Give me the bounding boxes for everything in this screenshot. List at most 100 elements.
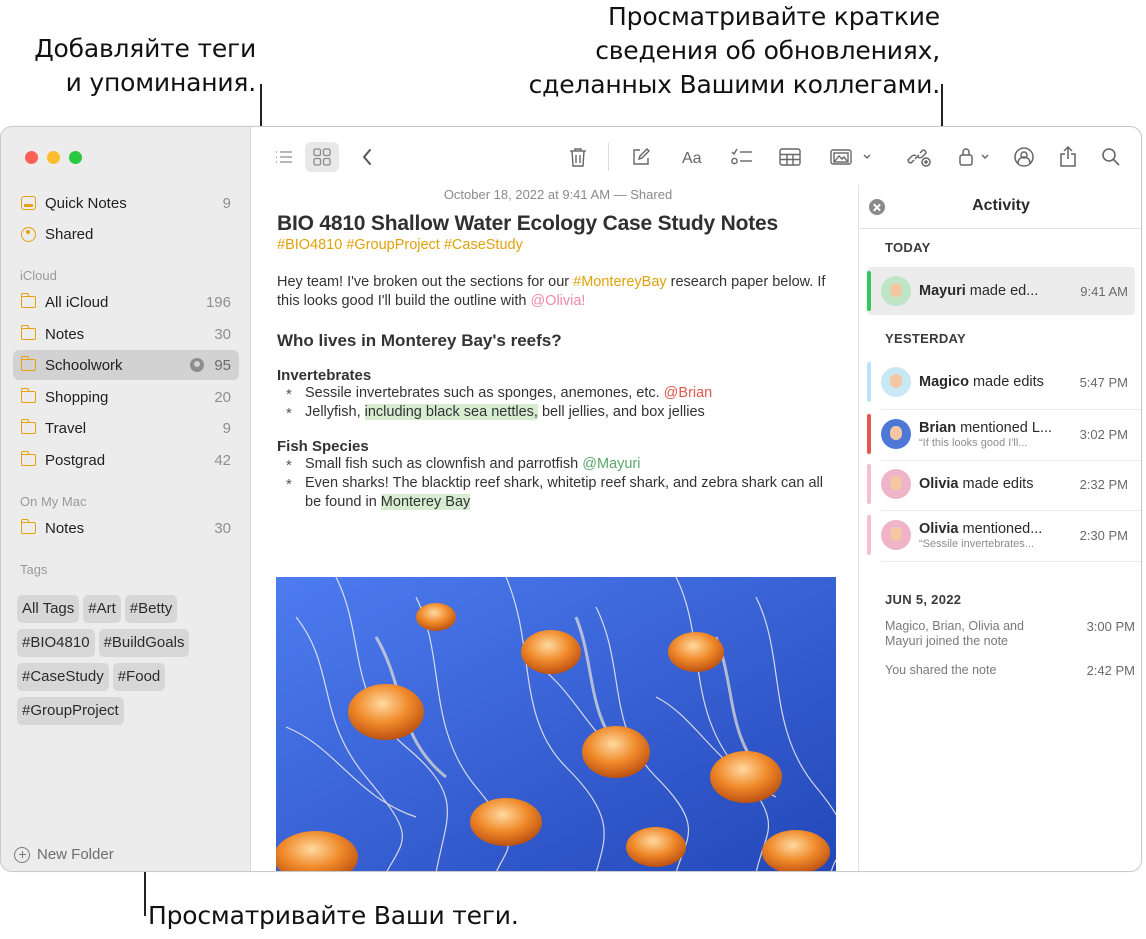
tag-groupproject[interactable]: #GroupProject bbox=[17, 697, 124, 725]
sidebar-item-count: 196 bbox=[205, 293, 231, 311]
close-window-button[interactable] bbox=[25, 151, 38, 164]
folder-icon bbox=[20, 388, 36, 403]
sidebar-item-travel[interactable]: Travel 9 bbox=[13, 413, 239, 443]
sidebar-item-shared[interactable]: Shared bbox=[13, 219, 239, 249]
activity-action: made edits bbox=[958, 476, 1034, 492]
media-button[interactable] bbox=[827, 142, 877, 172]
divider bbox=[859, 228, 1141, 229]
sidebar-item-postgrad[interactable]: Postgrad 42 bbox=[13, 445, 239, 475]
sidebar-item-count: 9 bbox=[222, 419, 231, 437]
activity-row[interactable]: Mayuri made ed... 9:41 AM bbox=[867, 267, 1135, 315]
avatar-olivia bbox=[881, 520, 911, 550]
table-button[interactable] bbox=[773, 142, 807, 172]
fish-list: Small fish such as clownfish and parrotf… bbox=[277, 455, 839, 512]
note-editor[interactable]: October 18, 2022 at 9:41 AM — Shared BIO… bbox=[277, 187, 839, 512]
activity-time: 2:42 PM bbox=[1086, 663, 1135, 678]
tag-buildgoals[interactable]: #BuildGoals bbox=[98, 629, 190, 657]
callout-activity: Просматривайте краткие сведения об обнов… bbox=[528, 2, 941, 99]
list-item-text: Jellyfish, bbox=[305, 404, 365, 420]
list-item-text: Sessile invertebrates such as sponges, a… bbox=[305, 385, 664, 401]
toolbar-divider bbox=[608, 143, 609, 171]
sidebar-item-label: Notes bbox=[45, 519, 85, 537]
activity-text: Olivia made edits bbox=[919, 476, 1074, 492]
quick-notes-icon bbox=[21, 196, 36, 210]
compose-icon bbox=[633, 148, 650, 165]
activity-row[interactable]: Brian mentioned L... “If this looks good… bbox=[867, 410, 1135, 458]
activity-summary: Magico, Brian, Olivia and Mayuri joined … bbox=[885, 619, 1024, 648]
activity-text: Magico made edits bbox=[919, 374, 1074, 390]
folder-icon bbox=[20, 325, 36, 340]
mention-brian[interactable]: @Brian bbox=[664, 385, 713, 401]
list-view-button[interactable] bbox=[267, 142, 301, 172]
hashtag-montereybay[interactable]: #MontereyBay bbox=[573, 274, 667, 290]
activity-user: Brian bbox=[919, 419, 957, 436]
chevron-left-icon bbox=[363, 149, 371, 165]
tag-food[interactable]: #Food bbox=[112, 663, 166, 691]
activity-row[interactable]: Magico made edits 5:47 PM bbox=[867, 358, 1135, 406]
sidebar-item-schoolwork[interactable]: Schoolwork 95 bbox=[13, 350, 239, 380]
note-hashtags[interactable]: #BIO4810 #GroupProject #CaseStudy bbox=[277, 237, 839, 253]
search-button[interactable] bbox=[1094, 142, 1128, 172]
note-intro: Hey team! I've broken out the sections f… bbox=[277, 273, 839, 311]
note-date: October 18, 2022 at 9:41 AM — Shared bbox=[443, 187, 673, 202]
sidebar-item-mac-notes[interactable]: Notes 30 bbox=[13, 513, 239, 543]
activity-action: mentioned L... bbox=[956, 419, 1052, 436]
collaborate-link-button[interactable] bbox=[902, 142, 936, 172]
activity-section-today: TODAY bbox=[885, 240, 931, 255]
sidebar-item-shopping[interactable]: Shopping 20 bbox=[13, 382, 239, 412]
tag-bio4810[interactable]: #BIO4810 bbox=[17, 629, 95, 657]
activity-time: 2:32 PM bbox=[1079, 476, 1128, 492]
sidebar-item-label: Travel bbox=[45, 419, 87, 437]
activity-row[interactable]: Olivia made edits 2:32 PM bbox=[867, 460, 1135, 508]
activity-action: made ed... bbox=[965, 283, 1039, 299]
tag-betty[interactable]: #Betty bbox=[124, 595, 178, 623]
link-icon bbox=[907, 149, 931, 167]
activity-summary: Olivia mentioned... bbox=[919, 521, 1074, 537]
divider bbox=[881, 561, 1141, 562]
photo-icon bbox=[830, 149, 871, 165]
folder-icon bbox=[20, 519, 36, 534]
mention-mayuri[interactable]: @Mayuri bbox=[582, 456, 640, 472]
sidebar-item-notes[interactable]: Notes 30 bbox=[13, 319, 239, 349]
collaboration-button[interactable] bbox=[1007, 142, 1041, 172]
checklist-button[interactable] bbox=[725, 142, 759, 172]
invertebrates-list: Sessile invertebrates such as sponges, a… bbox=[277, 384, 839, 423]
zoom-window-button[interactable] bbox=[69, 151, 82, 164]
activity-user: Mayuri bbox=[919, 283, 966, 299]
tag-art[interactable]: #Art bbox=[83, 595, 121, 623]
gallery-view-button[interactable] bbox=[305, 142, 339, 172]
list-item-text: Small fish such as clownfish and parrotf… bbox=[305, 456, 583, 472]
activity-row[interactable]: Olivia mentioned... “Sessile invertebrat… bbox=[867, 511, 1135, 559]
activity-time: 3:02 PM bbox=[1079, 426, 1128, 442]
activity-row[interactable]: Magico, Brian, Olivia and Mayuri joined … bbox=[885, 619, 1135, 649]
mention-olivia[interactable]: @Olivia! bbox=[530, 293, 585, 309]
delete-button[interactable] bbox=[561, 142, 595, 172]
activity-user: Magico bbox=[919, 374, 969, 390]
list-icon bbox=[276, 151, 292, 163]
tag-all-tags[interactable]: All Tags bbox=[17, 595, 80, 623]
lock-button[interactable] bbox=[954, 142, 996, 172]
sidebar-item-count: 20 bbox=[214, 388, 231, 406]
format-button[interactable]: Aa bbox=[678, 142, 712, 172]
activity-text: Olivia mentioned... “Sessile invertebrat… bbox=[919, 521, 1074, 550]
activity-row[interactable]: You shared the note 2:42 PM bbox=[885, 663, 1135, 678]
folder-icon bbox=[20, 293, 36, 308]
new-folder-button[interactable]: New Folder bbox=[14, 846, 114, 863]
person-circle-icon bbox=[1014, 147, 1034, 167]
sidebar-item-all-icloud[interactable]: All iCloud 196 bbox=[13, 287, 239, 317]
back-button[interactable] bbox=[350, 142, 384, 172]
list-item: Sessile invertebrates such as sponges, a… bbox=[277, 384, 839, 404]
new-note-button[interactable] bbox=[624, 142, 658, 172]
sidebar-item-quick-notes[interactable]: Quick Notes 9 bbox=[13, 188, 239, 218]
sidebar-item-label: Shopping bbox=[45, 388, 109, 406]
user-color-bar bbox=[867, 362, 871, 402]
activity-text: Mayuri made ed... bbox=[919, 283, 1074, 299]
user-color-bar bbox=[867, 414, 871, 454]
activity-summary: Magico made edits bbox=[919, 374, 1074, 390]
activity-user: Olivia bbox=[919, 476, 959, 492]
minimize-window-button[interactable] bbox=[47, 151, 60, 164]
share-button[interactable] bbox=[1051, 142, 1085, 172]
jellyfish-photo[interactable] bbox=[276, 577, 836, 871]
new-folder-label: New Folder bbox=[37, 846, 114, 863]
tag-casestudy[interactable]: #CaseStudy bbox=[17, 663, 109, 691]
